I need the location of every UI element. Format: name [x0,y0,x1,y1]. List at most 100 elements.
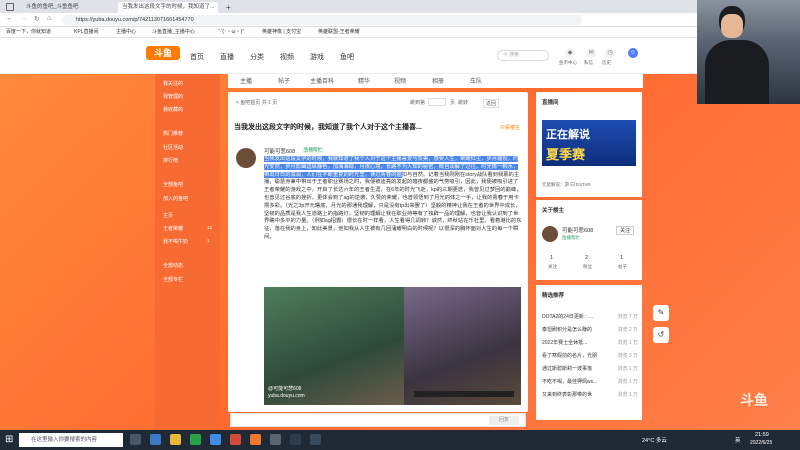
clock-time[interactable]: 21:59 [755,432,769,438]
message-icon[interactable]: ✉ [586,48,596,58]
bookmark[interactable]: KPL直播间 [74,28,98,37]
reply-input[interactable] [233,416,473,425]
bookmark[interactable]: 斗鱼直播_主播中心 [152,28,195,37]
live-subtitle[interactable]: 元星解说：游 向 ESTAR [542,182,591,188]
app-icon[interactable] [230,434,241,445]
folder-icon[interactable] [170,434,181,445]
wechat-icon[interactable] [190,434,201,445]
forward-icon[interactable]: → [20,15,27,22]
nav-yuba[interactable]: 鱼吧 [340,52,354,62]
post-title: 当我发出这段文字的时候，我知道了我个人对于这个主播喜... [234,124,422,131]
rec-text: 2022年赛士全休抵... [542,340,588,346]
page-input[interactable] [428,98,446,106]
bookmark[interactable]: 英雄联盟-王者荣耀 [318,28,360,37]
badge: 1 [207,238,210,243]
edge-icon[interactable] [210,434,221,445]
windows-start-icon[interactable]: ⊞ [5,434,13,445]
recommend-item[interactable]: 不吃不喝，最佳狎佩ws... 浏览 1 万 [542,378,638,385]
sidebar-item[interactable]: 排行榜 [163,157,178,164]
subnav-tab[interactable]: 帖子 [278,76,290,85]
history-icon[interactable]: ◷ [605,48,615,58]
post-body-text[interactable]: 扣与自然。记着当我刚刚在story战队看到我慕的主播，聪慧身兼中带出于王者职业赛… [264,172,522,240]
about-avatar[interactable] [542,226,558,242]
sidebar-item[interactable]: 王者荣耀 [163,225,183,232]
recommend-item[interactable]: 通过斯碧斯莉一波事落 浏览 1 万 [542,365,638,372]
recommend-item[interactable]: 泰坦刷积分是怎么赚的 浏览 2 万 [542,326,638,333]
subnav-tab[interactable]: 视频 [394,76,406,85]
recommend-item[interactable]: 2022年赛士全休抵... 浏览 1 万 [542,339,638,346]
edit-float-icon[interactable]: ✎ [653,305,669,321]
return-button[interactable]: 返回 [483,99,500,108]
nav-video[interactable]: 视频 [280,52,294,62]
author-avatar[interactable] [236,148,256,168]
share-float-icon[interactable]: ↺ [653,327,669,343]
follow-button[interactable]: 关注 [616,226,635,235]
bookmark[interactable]: 英雄神像 | 支付宝 [262,28,301,37]
home-icon[interactable]: ⌂ [47,15,51,22]
reload-icon[interactable]: ↻ [34,15,40,23]
reply-button[interactable]: 回复 [489,416,519,425]
live-banner-text2: 夏季赛 [546,147,586,162]
stat-num: 2 [585,255,589,261]
embedded-video[interactable]: @可能可悲608 yuba.douyu.com [264,287,521,405]
bookmark[interactable]: "·'(･・ω・)" [218,28,244,37]
weather[interactable]: 24°C 多云 [642,436,667,444]
taskbar-search[interactable]: 在这里输入你要搜索的内容 [19,433,123,447]
post-body: 当我发出这段文字的时候，我就知道了我个人对于这个主播喜爱与赞美，感受人生，荣耀红… [264,156,522,242]
app-icon[interactable] [310,434,321,445]
url-input[interactable]: https://yuba.douyu.com/p/742113071661454… [62,15,582,25]
subnav-tab[interactable]: 精华 [358,76,370,85]
app-icon[interactable] [150,434,161,445]
nav-category[interactable]: 分类 [250,52,264,62]
douyu-watermark: 斗鱼 [740,392,768,408]
douyu-app-icon[interactable] [250,434,261,445]
bookmark[interactable]: 主播中心 [116,28,136,37]
ime-indicator[interactable]: 英 [735,436,741,444]
sidebar-item[interactable]: 全部鱼吧 [163,181,183,188]
subnav-tab[interactable]: 主播百科 [310,76,334,85]
new-tab-button[interactable]: + [222,2,232,13]
subnav-tab[interactable]: 车队 [470,76,482,85]
recommend-item[interactable]: 看了寒假前的名片，光朋 浏览 3 万 [542,352,638,359]
sidebar-item[interactable]: 我收藏的 [163,106,183,113]
bookmark[interactable]: 百度一下，你就知道 [6,28,51,37]
bell-icon[interactable]: ◆ [565,48,575,58]
nav-home[interactable]: 首页 [190,52,204,62]
about-name[interactable]: 可能可悲608 [562,226,593,234]
douyu-logo[interactable]: 斗鱼 [146,46,180,60]
window-icon[interactable] [6,3,14,11]
avatar[interactable]: ☺ [628,48,638,58]
sidebar-item[interactable]: 社区活动 [163,144,183,151]
recommend-item[interactable]: 又来到终表彰那带的世 浏览 1 万 [542,391,638,398]
jump-button[interactable]: 跳转 [458,99,468,106]
back-icon[interactable]: ← [6,15,13,22]
sidebar-item[interactable]: 我管理的 [163,93,183,100]
subnav-tab[interactable]: 主播 [240,76,252,85]
sidebar-item[interactable]: 热门推荐 [163,130,183,137]
sidebar-item[interactable]: 全部动态 [163,262,183,269]
nav-live[interactable]: 直播 [220,52,234,62]
post-breadcrumb[interactable]: < 鱼吧首页 共 1 页 [236,99,277,106]
recommend-card: 精选推荐 DOTA2的24日更新：... 浏览 7 万 泰坦刷积分是怎么赚的 浏览 … [536,285,642,420]
search-input[interactable]: ⚲ 搜索 [497,50,549,61]
author-name[interactable]: 可能可悲608 [264,147,295,155]
browser-tab[interactable]: 斗鱼的鱼吧_斗鱼鱼吧 [22,2,116,13]
browser-tab-active[interactable]: 当我发出这段文字的时候，我知道了... [118,2,218,13]
nav-game[interactable]: 游戏 [310,52,324,62]
subnav-tab[interactable]: 相册 [432,76,444,85]
task-view-icon[interactable] [130,434,141,445]
only-op-button[interactable]: 只看楼主 [500,124,520,131]
live-room-title: 直播间 [542,100,559,106]
sidebar-item[interactable]: 加入的鱼吧 [163,195,188,202]
recommend-item[interactable]: DOTA2的24日更新：... 浏览 7 万 [542,313,638,320]
sidebar-item[interactable]: 我不喝牛奶 [163,238,188,245]
app-icon[interactable] [290,434,301,445]
clock-date[interactable]: 2022/6/25 [750,440,772,446]
video-site: yuba.douyu.com [268,393,305,399]
sidebar-item[interactable]: 我关注的 [163,80,183,87]
stat-num: 1 [550,255,554,261]
live-thumbnail[interactable]: 正在解说 夏季赛 [542,120,636,166]
sidebar-item[interactable]: 全部专栏 [163,276,183,283]
app-icon[interactable] [270,434,281,445]
sidebar-item[interactable]: 主页 [163,212,173,219]
